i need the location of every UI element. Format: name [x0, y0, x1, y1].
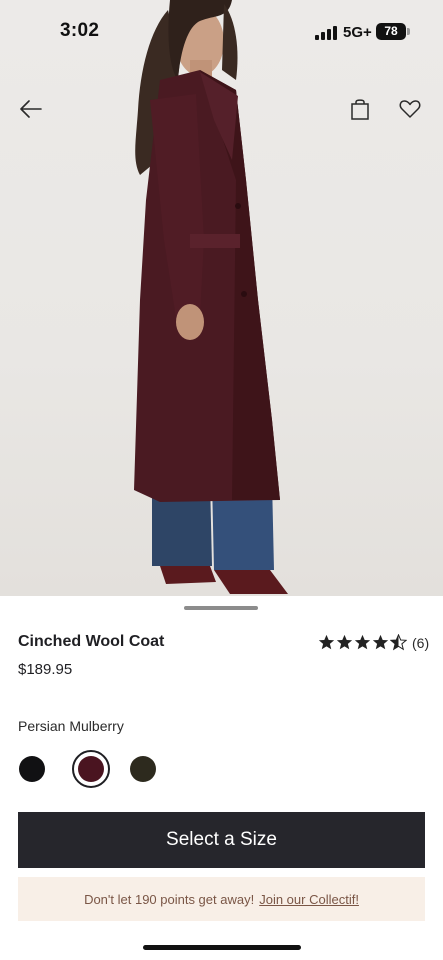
- color-swatch-persian-mulberry[interactable]: [78, 756, 104, 782]
- star-half-icon: [390, 634, 407, 651]
- home-indicator[interactable]: [143, 945, 301, 950]
- favorite-button[interactable]: [393, 92, 427, 126]
- signal-icon: [315, 26, 337, 40]
- arrow-left-icon: [20, 100, 42, 118]
- shopping-bag-icon: [351, 99, 369, 120]
- rating-stars: [318, 634, 407, 651]
- model-wearing-coat-photo: [134, 0, 288, 594]
- star-full-icon: [318, 634, 335, 650]
- star-full-icon: [354, 634, 371, 650]
- star-full-icon: [336, 634, 353, 650]
- heart-icon: [399, 100, 421, 118]
- product-rating[interactable]: (6): [318, 634, 429, 651]
- status-time: 3:02: [60, 20, 100, 41]
- star-full-icon: [372, 634, 389, 650]
- network-type: 5G+: [343, 24, 372, 41]
- back-button[interactable]: [14, 92, 48, 126]
- select-size-button[interactable]: Select a Size: [18, 812, 425, 868]
- shopping-bag-button[interactable]: [343, 92, 377, 126]
- status-bar: 3:02 5G+ 78: [0, 0, 443, 62]
- battery-tip: [407, 28, 410, 35]
- product-price: $189.95: [18, 661, 73, 678]
- loyalty-promo-banner: Don't let 190 points get away! Join our …: [18, 877, 425, 921]
- color-swatch-olive[interactable]: [130, 756, 156, 782]
- review-count: (6): [412, 634, 430, 651]
- join-collectif-link[interactable]: Join our Collectif!: [259, 892, 359, 907]
- selected-color-label: Persian Mulberry: [18, 718, 124, 734]
- color-swatch-black[interactable]: [19, 756, 45, 782]
- promo-text: Don't let 190 points get away!: [84, 891, 255, 907]
- drawer-handle[interactable]: [184, 606, 258, 610]
- product-hero-image[interactable]: [0, 0, 443, 596]
- product-title: Cinched Wool Coat: [18, 633, 165, 650]
- battery-icon: 78: [376, 23, 406, 40]
